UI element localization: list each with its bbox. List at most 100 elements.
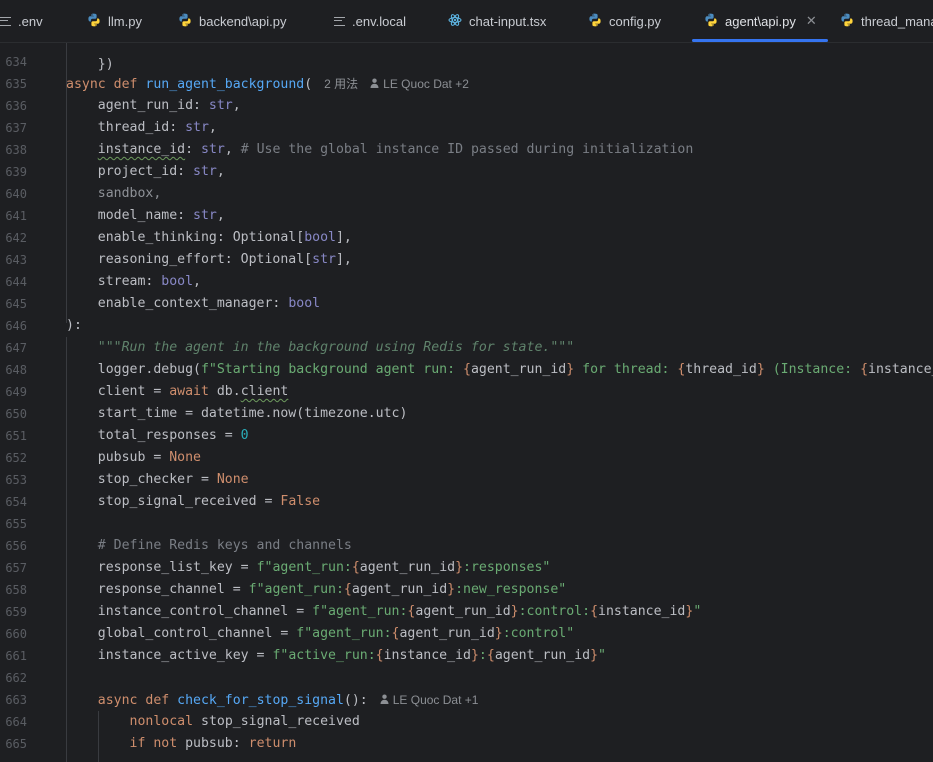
code-line: 644 stream: bool, [0,271,933,293]
line-number: 661 [5,649,27,663]
code-text: enable_thinking: Optional[bool], [66,230,352,245]
usages-hint: 2 用法 [324,77,359,91]
line-number: 644 [5,275,27,289]
code-text: pubsub = None [66,450,201,465]
line-number: 639 [5,165,27,179]
tab-env[interactable]: .env [0,0,43,42]
line-number: 657 [5,561,27,575]
code-text: stop_checker = None [66,472,249,487]
tab-env-local[interactable]: .env.local [334,0,406,42]
code-line: 657 response_list_key = f"agent_run:{age… [0,557,933,579]
inlay-hint[interactable]: 2 用法 LE Quoc Dat +2 [324,77,469,91]
tab-config-py[interactable]: config.py [588,0,661,42]
tab-chat-input-tsx[interactable]: chat-input.tsx [448,0,546,42]
editor-tab-bar: .env llm.py backend\api.py .env.local ch… [0,0,933,43]
line-number: 643 [5,253,27,267]
code-text: start_time = datetime.now(timezone.utc) [66,406,408,421]
code-line: 650 start_time = datetime.now(timezone.u… [0,403,933,425]
code-text: stop_signal_received = False [66,494,321,509]
tab-label: .env [18,13,43,29]
code-line: 638 instance_id: str, # Use the global i… [0,139,933,161]
code-text: stream: bool, [66,274,201,289]
tab-label: thread_mana [861,13,933,29]
python-icon [704,13,718,30]
tab-backend-api-py[interactable]: backend\api.py [178,0,286,42]
line-number: 642 [5,231,27,245]
code-line: 656 # Define Redis keys and channels [0,535,933,557]
code-text: instance_id: str, # Use the global insta… [97,142,694,157]
tab-agent-api-py[interactable]: agent\api.py ✕ [692,0,828,42]
code-text: instance_control_channel = f"agent_run:{… [66,604,702,619]
code-line: 635 async def run_agent_background(2 用法 LE… [0,73,933,95]
tab-label: agent\api.py [725,13,796,29]
line-number: 659 [5,605,27,619]
python-icon [588,13,602,30]
code-text: reasoning_effort: Optional[str], [66,252,352,267]
inlay-hint[interactable]: LE Quoc Dat +1 [380,693,478,707]
tab-thread-manager[interactable]: thread_mana [840,0,933,42]
text-file-icon [334,14,345,29]
code-text: logger.debug(f"Starting background agent… [66,362,933,377]
line-number: 635 [5,77,27,91]
code-text: async def check_for_stop_signal(): LE Quo… [97,693,479,708]
tab-label: backend\api.py [199,13,287,29]
code-text: response_channel = f"agent_run:{agent_ru… [66,582,567,597]
line-number: 663 [5,693,27,707]
code-line: 651 total_responses = 0 [0,425,933,447]
code-line: 639 project_id: str, [0,161,933,183]
python-icon [87,13,101,30]
line-number: 641 [5,209,27,223]
code-text: async def run_agent_background(2 用法 LE Qu… [66,77,469,92]
line-number: 662 [5,671,27,685]
code-line: 654 stop_signal_received = False [0,491,933,513]
code-line: 655 [0,513,933,535]
code-text: sandbox, [66,186,162,201]
line-number: 636 [5,99,27,113]
code-line: 652 pubsub = None [0,447,933,469]
tab-label: .env.local [352,13,406,29]
line-number: 654 [5,495,27,509]
code-line: 643 reasoning_effort: Optional[str], [0,249,933,271]
code-line: 663 async def check_for_stop_signal(): LE… [0,689,933,711]
line-number: 658 [5,583,27,597]
line-number: 649 [5,385,27,399]
code-line: 649 client = await db.client [0,381,933,403]
tab-label: chat-input.tsx [469,13,547,29]
code-text: ): [66,318,82,333]
author-hint: LE Quoc Dat +2 [383,77,469,91]
code-text: model_name: str, [66,208,225,223]
code-text: thread_id: str, [66,120,217,135]
code-line: 636 agent_run_id: str, [0,95,933,117]
close-tab-icon[interactable]: ✕ [806,13,817,29]
code-line: 653 stop_checker = None [0,469,933,491]
code-text: agent_run_id: str, [66,98,241,113]
code-line: 647 """Run the agent in the background u… [0,337,933,359]
code-text: nonlocal stop_signal_received [129,714,360,729]
code-line: 634 [0,51,933,73]
line-number: 665 [5,737,27,751]
code-text: if not pubsub: return [129,736,297,751]
code-text: project_id: str, [66,164,225,179]
code-line: 645 enable_context_manager: bool [0,293,933,315]
code-line: 648 logger.debug(f"Starting background a… [0,359,933,381]
line-number: 655 [5,517,27,531]
tab-llm-py[interactable]: llm.py [87,0,142,42]
code-text: enable_context_manager: bool [66,296,321,311]
line-number: 660 [5,627,27,641]
tab-label: config.py [609,13,662,29]
line-number: 638 [5,143,27,157]
python-icon [840,13,854,30]
react-icon [448,13,462,30]
line-number: 653 [5,473,27,487]
code-text: response_list_key = f"agent_run:{agent_r… [66,560,551,575]
person-icon [370,77,379,91]
code-text: """Run the agent in the background using… [97,340,575,355]
line-number: 652 [5,451,27,465]
code-line: 661 instance_active_key = f"active_run:{… [0,645,933,667]
code-line: 637 thread_id: str, [0,117,933,139]
line-number: 645 [5,297,27,311]
line-number: 646 [5,319,27,333]
line-number: 648 [5,363,27,377]
code-editor[interactable]: }) 634 635 async def run_agent_background(… [0,43,933,762]
line-number: 656 [5,539,27,553]
